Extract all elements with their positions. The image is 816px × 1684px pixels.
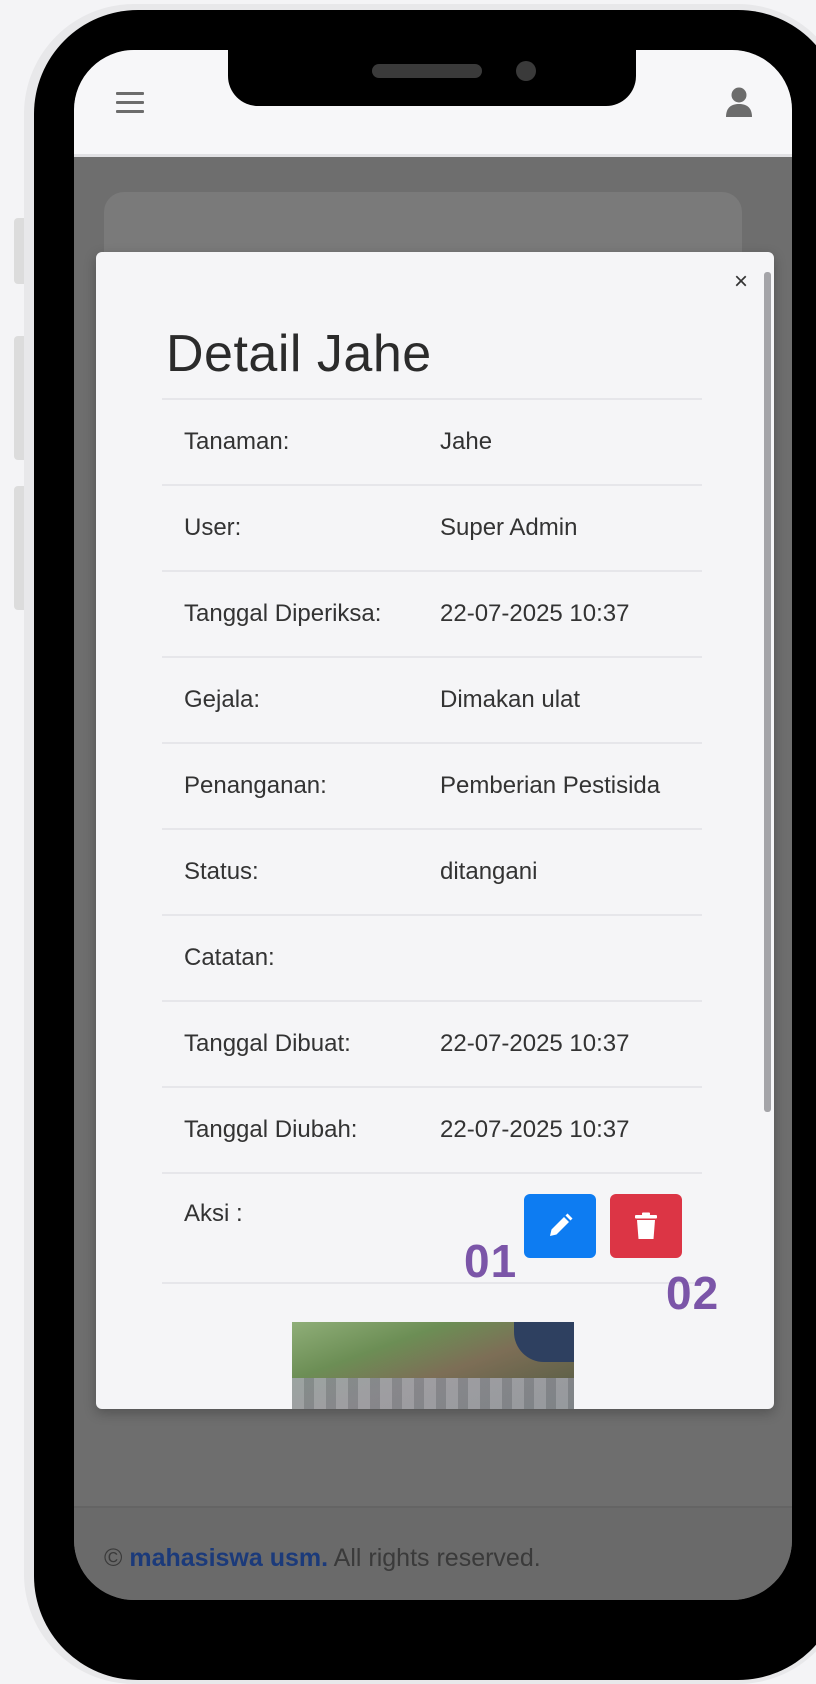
detail-row-tanaman: Tanaman: Jahe — [162, 398, 702, 484]
brand-link[interactable]: mahasiswa usm. — [129, 1544, 328, 1572]
annotation-label-edit: 01 — [464, 1235, 518, 1287]
detail-row-penanganan: Penanganan: Pemberian Pestisida — [162, 742, 702, 828]
detail-value: Dimakan ulat — [440, 686, 581, 713]
phone-speaker — [372, 64, 482, 78]
detail-label: Catatan: — [184, 944, 275, 971]
modal-title: Detail Jahe — [166, 325, 432, 383]
footer-text: © mahasiswa usm. All rights reserved. — [104, 1544, 541, 1573]
detail-row-user: User: Super Admin — [162, 484, 702, 570]
detail-row-status: Status: ditangani — [162, 828, 702, 914]
detail-value: Super Admin — [440, 514, 578, 541]
hamburger-icon[interactable] — [116, 92, 144, 114]
detail-label: Penanganan: — [184, 772, 327, 799]
plant-photo — [292, 1322, 574, 1409]
scrollbar-thumb[interactable] — [764, 272, 771, 1112]
detail-value: Pemberian Pestisida — [440, 772, 661, 799]
edit-button[interactable] — [524, 1194, 596, 1258]
delete-button[interactable] — [610, 1194, 682, 1258]
rights-text: All rights reserved. — [328, 1544, 541, 1572]
modal-scrollbar[interactable] — [764, 272, 771, 1362]
detail-label: Gejala: — [184, 686, 261, 713]
detail-label: Tanaman: — [184, 428, 290, 455]
detail-row-tanggal-dibuat: Tanggal Dibuat: 22-07-2025 10:37 — [162, 1000, 702, 1086]
detail-row-gejala: Gejala: Dimakan ulat — [162, 656, 702, 742]
trash-icon — [635, 1212, 657, 1239]
phone-camera — [516, 61, 536, 81]
detail-modal: × Detail Jahe Tanaman: Jahe User: Super … — [96, 252, 774, 1409]
detail-value: 22-07-2025 10:37 — [440, 1030, 630, 1057]
detail-label: Status: — [184, 858, 259, 885]
detail-row-tanggal-diperiksa: Tanggal Diperiksa: 22-07-2025 10:37 — [162, 570, 702, 656]
detail-row-tanggal-diubah: Tanggal Diubah: 22-07-2025 10:37 — [162, 1086, 702, 1172]
footer: © mahasiswa usm. All rights reserved. — [74, 1506, 792, 1600]
detail-label: User: — [184, 514, 242, 541]
user-icon[interactable] — [724, 86, 754, 118]
detail-row-catatan: Catatan: — [162, 914, 702, 1000]
copyright-symbol: © — [104, 1544, 123, 1572]
detail-value: 22-07-2025 10:37 — [440, 1116, 630, 1143]
detail-label: Tanggal Diubah: — [184, 1116, 358, 1143]
detail-table: Tanaman: Jahe User: Super Admin Tanggal … — [162, 398, 702, 1284]
pencil-icon — [550, 1213, 573, 1236]
close-icon[interactable]: × — [734, 270, 748, 294]
detail-label: Tanggal Dibuat: — [184, 1030, 351, 1057]
detail-row-aksi: Aksi : — [162, 1172, 702, 1284]
detail-value: 22-07-2025 10:37 — [440, 600, 630, 627]
detail-value: ditangani — [440, 858, 538, 885]
detail-value: Jahe — [440, 428, 493, 455]
detail-label: Aksi : — [184, 1200, 243, 1227]
detail-label: Tanggal Diperiksa: — [184, 600, 382, 627]
annotation-label-delete: 02 — [666, 1267, 720, 1319]
